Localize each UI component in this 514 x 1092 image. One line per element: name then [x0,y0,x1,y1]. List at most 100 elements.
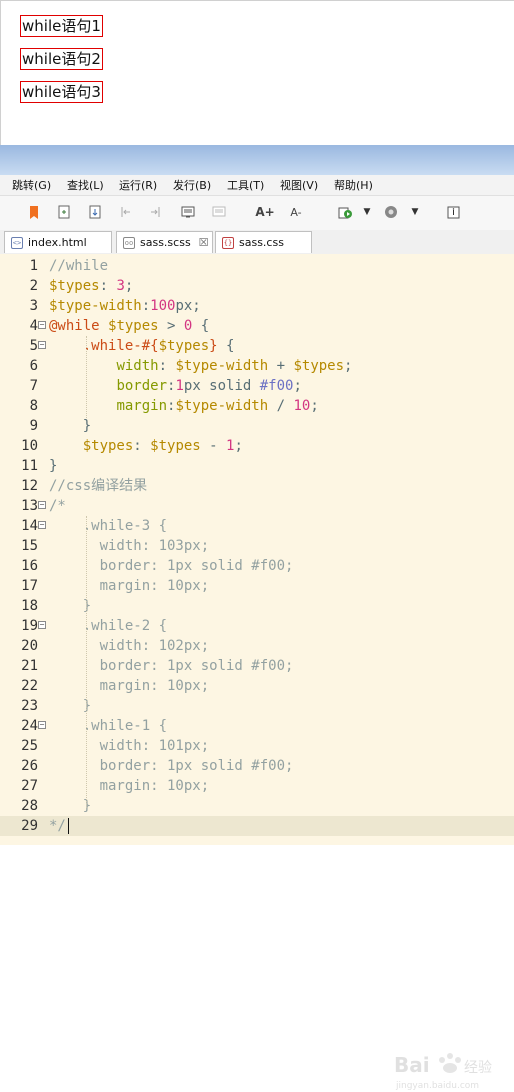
line-number: 6 [29,358,38,374]
line-number: 18 [21,598,38,614]
watermark-brand: Bai [394,1053,430,1077]
preview-icon[interactable] [180,204,196,220]
code-text: */ [49,818,66,834]
font-decrease-icon[interactable]: A- [288,204,304,220]
code-line: 25 width: 101px; [0,736,514,756]
code-line: 11} [0,456,514,476]
code-text: .while-2 { [49,618,168,634]
code-text: } [49,418,92,434]
info-icon[interactable] [445,204,461,220]
fold-toggle-icon[interactable]: − [38,621,46,629]
fold-toggle-icon[interactable]: − [38,321,46,329]
code-text: //css编译结果 [49,478,148,494]
line-number: 10 [21,438,38,454]
code-text: margin: 10px; [49,678,210,694]
html-file-icon: <> [11,236,23,249]
line-number: 3 [29,298,38,314]
dropdown-icon[interactable]: ▼ [359,204,375,220]
line-number: 8 [29,398,38,414]
code-text: .while-1 { [49,718,168,734]
tab-index-html[interactable]: <> index.html [4,231,112,253]
code-line: 10 $types: $types - 1; [0,436,514,456]
code-line: 26 border: 1px solid #f00; [0,756,514,776]
menu-help[interactable]: 帮助(H) [334,177,373,193]
code-line: 3 $type-width:100px; [0,296,514,316]
code-line: 27 margin: 10px; [0,776,514,796]
code-text: @while $types > 0 { [49,318,210,334]
code-text: } [49,458,58,474]
toolbar: A+ A- ▼ ▼ [0,196,514,230]
code-text: $types: 3; [49,278,134,294]
fold-toggle-icon[interactable]: − [38,341,46,349]
code-line: 8 margin:$type-width / 10; [0,396,514,416]
code-text: width: 101px; [49,738,210,754]
code-line: 19− .while-2 { [0,616,514,636]
fold-toggle-icon[interactable]: − [38,521,46,529]
code-text: width: 102px; [49,638,210,654]
editor-tab-bar: <> index.html oo sass.scss ☒ {} sass.css [0,230,514,255]
save-icon[interactable] [87,204,103,220]
code-line: 16 border: 1px solid #f00; [0,556,514,576]
code-line: 28 } [0,796,514,816]
tab-label: sass.scss [140,236,191,249]
new-file-icon[interactable] [56,204,72,220]
line-number: 23 [21,698,38,714]
line-number: 4 [29,318,38,334]
step-forward-icon[interactable] [147,204,163,220]
fold-toggle-icon[interactable]: − [38,501,46,509]
menu-view[interactable]: 视图(V) [280,177,318,193]
menu-goto[interactable]: 跳转(G) [12,177,51,193]
code-text: } [49,598,92,614]
code-text: $types: $types - 1; [82,438,243,454]
preview-item-1: while语句1 [20,15,103,37]
code-line: 20 width: 102px; [0,636,514,656]
code-line: 23 } [0,696,514,716]
code-text: width: $type-width + $types; [116,358,353,374]
close-icon[interactable]: ☒ [199,236,209,249]
menu-run[interactable]: 运行(R) [119,177,157,193]
menu-find[interactable]: 查找(L) [67,177,104,193]
code-line: 14− .while-3 { [0,516,514,536]
tab-label: sass.css [239,236,284,249]
code-text: $type-width:100px; [49,298,201,314]
tab-sass-css[interactable]: {} sass.css [215,231,312,253]
menu-publish[interactable]: 发行(B) [173,177,211,193]
line-number: 27 [21,778,38,794]
text-caret [68,818,69,834]
line-number: 9 [29,418,38,434]
dropdown-icon[interactable]: ▼ [407,204,423,220]
browser-icon[interactable] [383,204,399,220]
menu-tools[interactable]: 工具(T) [227,177,264,193]
line-number: 1 [29,258,38,274]
tab-sass-scss[interactable]: oo sass.scss ☒ [116,231,213,253]
code-editor[interactable]: 1//while 2 $types: 3; 3 $type-width:100px; 4−… [0,254,514,1091]
code-line: 9 } [0,416,514,436]
code-text: } [49,798,92,814]
line-number: 21 [21,658,38,674]
scss-file-icon: oo [123,236,135,249]
font-increase-icon[interactable]: A+ [255,204,274,220]
line-number: 20 [21,638,38,654]
line-number: 2 [29,278,38,294]
run-icon[interactable] [337,204,353,220]
line-number: 5 [29,338,38,354]
code-line: 17 margin: 10px; [0,576,514,596]
code-line: 22 margin: 10px; [0,676,514,696]
menu-bar: 跳转(G) 查找(L) 运行(R) 发行(B) 工具(T) 视图(V) 帮助(H… [0,175,514,196]
code-line: 7 border:1px solid #f00; [0,376,514,396]
line-number: 25 [21,738,38,754]
watermark-brand2: 经验 [464,1060,492,1076]
fold-toggle-icon[interactable]: − [38,721,46,729]
preview-disabled-icon[interactable] [211,204,227,220]
code-line: 1 //while [0,256,514,276]
step-back-icon[interactable] [118,204,134,220]
line-number: 19 [21,618,38,634]
line-number: 7 [29,378,38,394]
code-line: 15 width: 103px; [0,536,514,556]
bookmark-icon[interactable] [26,204,42,220]
code-line: 4− @while $types > 0 { [0,316,514,336]
code-line: 5− .while-#{$types} { [0,336,514,356]
line-number: 17 [21,578,38,594]
indent-guide [86,516,87,808]
tab-label: index.html [28,236,87,249]
